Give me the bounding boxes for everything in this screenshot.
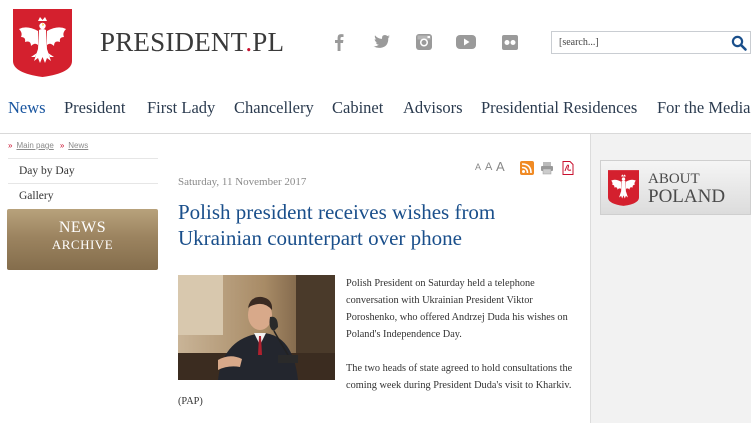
polish-eagle-emblem-icon <box>608 170 639 206</box>
instagram-icon[interactable] <box>413 32 435 52</box>
youtube-icon[interactable] <box>455 32 477 52</box>
news-archive-line1: NEWS <box>58 219 107 236</box>
rss-icon[interactable] <box>520 161 534 175</box>
site-title[interactable]: PRESIDENT.PL <box>100 27 284 58</box>
breadcrumb-news[interactable]: News <box>68 141 88 150</box>
print-icon[interactable] <box>540 161 554 175</box>
main-nav: News President First Lady Chancellery Ca… <box>0 98 751 126</box>
font-size-medium-button[interactable]: A <box>485 161 492 173</box>
news-archive-button[interactable]: NEWS ARCHIVE <box>7 209 158 270</box>
article-paragraph-2: The two heads of state agreed to hold co… <box>346 363 573 391</box>
nav-item-advisors[interactable]: Advisors <box>403 98 463 118</box>
twitter-icon[interactable] <box>370 32 392 52</box>
breadcrumb-arrow-icon: » <box>8 141 13 150</box>
sidebar-item-gallery[interactable]: Gallery <box>8 183 158 207</box>
site-header: PRESIDENT.PL <box>0 0 751 86</box>
article-paragraph-1: Polish President on Saturday held a tele… <box>346 278 568 340</box>
breadcrumb-main-page[interactable]: Main page <box>16 141 53 150</box>
nav-item-for-the-media[interactable]: For the Media <box>657 98 750 118</box>
font-size-large-button[interactable]: A <box>496 159 505 174</box>
search-box <box>551 31 751 54</box>
site-title-main: PRESIDENT <box>100 27 246 57</box>
search-input[interactable] <box>552 32 728 53</box>
site-title-tld: PL <box>252 27 285 57</box>
nav-item-president[interactable]: President <box>64 98 125 118</box>
article-photo[interactable] <box>178 275 335 380</box>
nav-item-presidential-residences[interactable]: Presidential Residences <box>481 98 637 118</box>
font-size-small-button[interactable]: A <box>475 162 481 172</box>
flickr-icon[interactable] <box>500 32 522 52</box>
news-archive-line2: ARCHIVE <box>51 237 114 252</box>
article-source: (PAP) <box>178 396 203 407</box>
nav-item-first-lady[interactable]: First Lady <box>147 98 215 118</box>
pdf-icon[interactable] <box>562 161 574 175</box>
polish-eagle-emblem-icon[interactable] <box>13 9 72 77</box>
facebook-icon[interactable] <box>328 32 350 52</box>
search-icon[interactable] <box>730 34 748 52</box>
about-poland-banner[interactable]: ABOUT POLAND <box>600 160 751 215</box>
sidebar-item-day-by-day[interactable]: Day by Day <box>8 158 158 182</box>
nav-item-cabinet[interactable]: Cabinet <box>332 98 383 118</box>
breadcrumb: » Main page» News <box>8 141 94 150</box>
breadcrumb-arrow-icon: » <box>59 141 65 150</box>
article-title: Polish president receives wishes from Uk… <box>178 200 496 250</box>
nav-item-news[interactable]: News <box>8 98 46 118</box>
about-poland-line2: POLAND <box>648 186 726 207</box>
article-date: Saturday, 11 November 2017 <box>178 176 307 188</box>
nav-item-chancellery[interactable]: Chancellery <box>234 98 314 118</box>
